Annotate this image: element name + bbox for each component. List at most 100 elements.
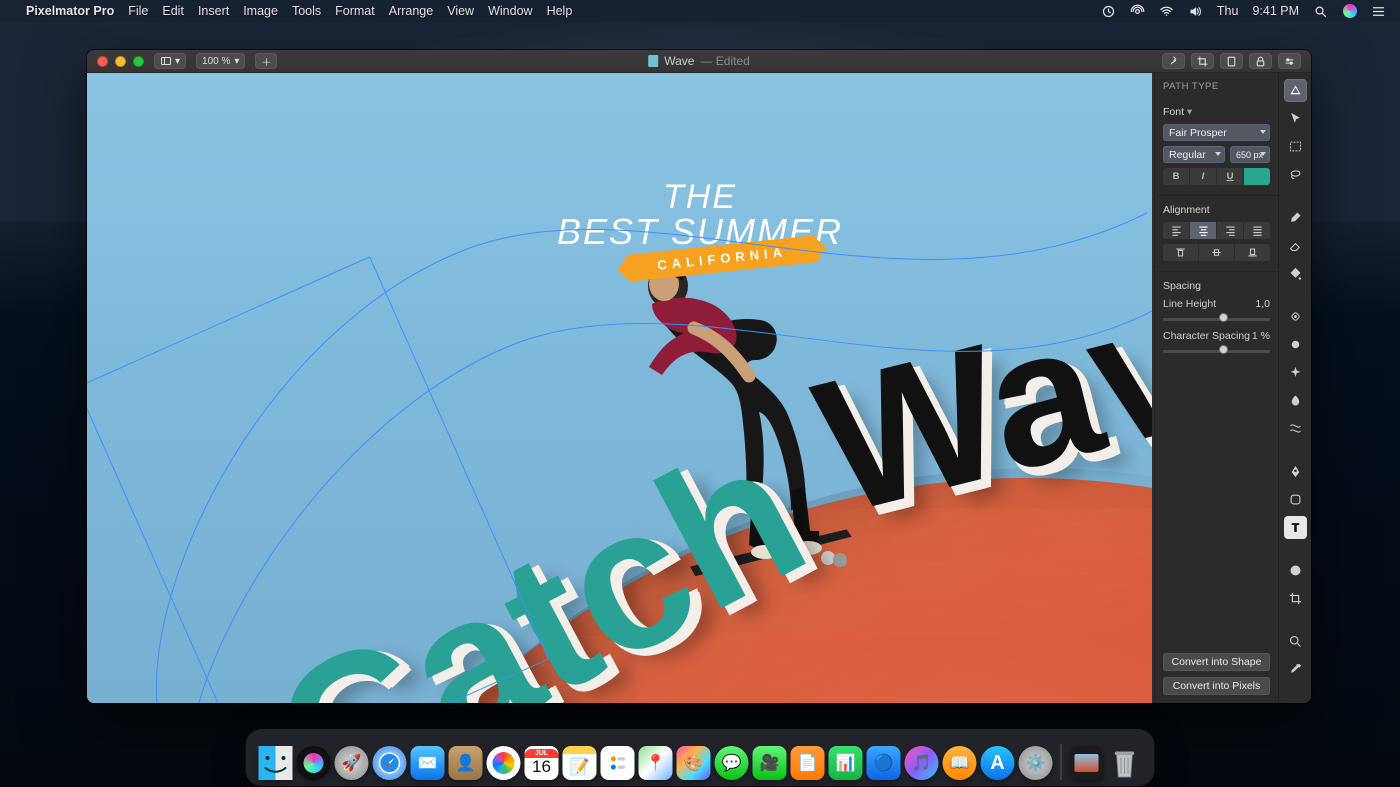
window-close-button[interactable]: [97, 56, 108, 67]
tool-eraser[interactable]: [1284, 234, 1307, 257]
page-button[interactable]: [1220, 53, 1243, 69]
dock-document[interactable]: [1070, 746, 1104, 780]
dock-system-preferences[interactable]: ⚙️: [1019, 746, 1053, 780]
window-minimize-button[interactable]: [115, 56, 126, 67]
menu-edit[interactable]: Edit: [162, 4, 184, 18]
wifi-icon[interactable]: [1159, 4, 1174, 19]
tool-lasso[interactable]: [1284, 163, 1307, 186]
valign-top[interactable]: [1163, 244, 1199, 261]
canvas-area[interactable]: THE BEST SUMMER CALIFORNIA Catch Catch W…: [87, 73, 1154, 703]
window-zoom-button[interactable]: [133, 56, 144, 67]
share-button[interactable]: [1162, 53, 1185, 69]
dock-pixelmator[interactable]: 🎨: [677, 746, 711, 780]
tool-brush[interactable]: [1284, 206, 1307, 229]
dock-launchpad[interactable]: 🚀: [335, 746, 369, 780]
tool-gradient[interactable]: [1284, 559, 1307, 582]
convert-into-pixels-button[interactable]: Convert into Pixels: [1163, 677, 1270, 695]
tool-rect-select[interactable]: [1284, 135, 1307, 158]
dock-mail[interactable]: ✉️: [411, 746, 445, 780]
menu-view[interactable]: View: [447, 4, 474, 18]
menubar-time[interactable]: 9:41 PM: [1252, 4, 1299, 18]
dock-finder[interactable]: [259, 746, 293, 780]
tool-pen[interactable]: [1284, 460, 1307, 483]
document-canvas[interactable]: THE BEST SUMMER CALIFORNIA Catch Catch W…: [87, 73, 1152, 703]
tool-style[interactable]: [1284, 79, 1307, 102]
spotlight-icon[interactable]: [1313, 4, 1328, 19]
menu-insert[interactable]: Insert: [198, 4, 229, 18]
dock-photos[interactable]: [487, 746, 521, 780]
bold-toggle[interactable]: B: [1163, 168, 1190, 185]
menubar-app-name[interactable]: Pixelmator Pro: [26, 4, 114, 18]
dock-notes[interactable]: 📝: [563, 746, 597, 780]
menu-help[interactable]: Help: [547, 4, 573, 18]
font-size-dropdown[interactable]: 650 px: [1230, 146, 1270, 163]
dock-messages[interactable]: 💬: [715, 746, 749, 780]
char-spacing-slider[interactable]: [1163, 346, 1270, 356]
menu-window[interactable]: Window: [488, 4, 532, 18]
align-center[interactable]: [1190, 222, 1217, 239]
dock-facetime[interactable]: 🎥: [753, 746, 787, 780]
tool-type[interactable]: [1284, 516, 1307, 539]
dock-contacts[interactable]: 👤: [449, 746, 483, 780]
line-height-slider[interactable]: [1163, 314, 1270, 324]
siri-icon[interactable]: [1342, 4, 1357, 19]
adjust-button[interactable]: [1278, 53, 1301, 69]
volume-icon[interactable]: [1188, 4, 1203, 19]
lock-button[interactable]: [1249, 53, 1272, 69]
dock-pages[interactable]: 📄: [791, 746, 825, 780]
align-right[interactable]: [1217, 222, 1244, 239]
tool-heal[interactable]: [1284, 305, 1307, 328]
dock-appstore[interactable]: A: [981, 746, 1015, 780]
dock-itunes[interactable]: 🎵: [905, 746, 939, 780]
underline-toggle[interactable]: U: [1217, 168, 1244, 185]
add-button[interactable]: ＋: [255, 53, 277, 69]
menu-image[interactable]: Image: [243, 4, 278, 18]
tool-crop[interactable]: [1284, 587, 1307, 610]
dock-maps[interactable]: 📍: [639, 746, 673, 780]
align-justify[interactable]: [1244, 222, 1270, 239]
menu-tools[interactable]: Tools: [292, 4, 321, 18]
dock-ibooks[interactable]: 📖: [943, 746, 977, 780]
align-left[interactable]: [1163, 222, 1190, 239]
text-color-well[interactable]: [1244, 168, 1270, 185]
menu-file[interactable]: File: [128, 4, 148, 18]
crop-button[interactable]: [1191, 53, 1214, 69]
timemachine-icon[interactable]: [1101, 4, 1116, 19]
valign-middle[interactable]: [1199, 244, 1235, 261]
dock-keynote[interactable]: 🔵: [867, 746, 901, 780]
sidebar-toggle-button[interactable]: ▾: [154, 53, 186, 69]
document-state: — Edited: [700, 54, 749, 68]
tool-arrow[interactable]: [1284, 107, 1307, 130]
italic-toggle[interactable]: I: [1190, 168, 1217, 185]
airdrop-icon[interactable]: [1130, 4, 1145, 19]
convert-into-shape-button[interactable]: Convert into Shape: [1163, 653, 1270, 671]
dock-calendar[interactable]: JUL 16: [525, 746, 559, 780]
dock-trash[interactable]: [1108, 746, 1142, 780]
app-window: ▾ 100 %▾ ＋ Wave — Edited: [87, 50, 1311, 703]
menubar-day[interactable]: Thu: [1217, 4, 1239, 18]
tool-zoom[interactable]: [1284, 630, 1307, 653]
valign-bottom[interactable]: [1235, 244, 1270, 261]
font-weight-dropdown[interactable]: Regular: [1163, 146, 1225, 163]
dock-numbers[interactable]: 📊: [829, 746, 863, 780]
tool-warp[interactable]: [1284, 417, 1307, 440]
tool-shape[interactable]: [1284, 488, 1307, 511]
dock-safari[interactable]: [373, 746, 407, 780]
dock-siri[interactable]: [297, 746, 331, 780]
tool-smudge[interactable]: [1284, 389, 1307, 412]
menu-format[interactable]: Format: [335, 4, 375, 18]
font-family-dropdown[interactable]: Fair Prosper: [1163, 124, 1270, 141]
inspector-panel: PATH TYPE Font ▾ Fair Prosper Regular 65…: [1154, 73, 1278, 703]
tool-strip: [1278, 73, 1311, 703]
dock: 🚀 ✉️ 👤 JUL 16 📝 📍 🎨 💬 🎥 📄 📊 🔵 🎵 📖 A ⚙️: [247, 730, 1154, 785]
menu-arrange[interactable]: Arrange: [389, 4, 433, 18]
dock-reminders[interactable]: [601, 746, 635, 780]
tool-clone[interactable]: [1284, 333, 1307, 356]
tool-eyedropper[interactable]: [1284, 658, 1307, 681]
tool-sharpen[interactable]: [1284, 361, 1307, 384]
zoom-level-dropdown[interactable]: 100 %▾: [196, 53, 245, 69]
line-height-label: Line Height: [1163, 298, 1216, 310]
tool-fill[interactable]: [1284, 262, 1307, 285]
document-title[interactable]: Wave — Edited: [648, 54, 750, 68]
notification-center-icon[interactable]: [1371, 4, 1386, 19]
